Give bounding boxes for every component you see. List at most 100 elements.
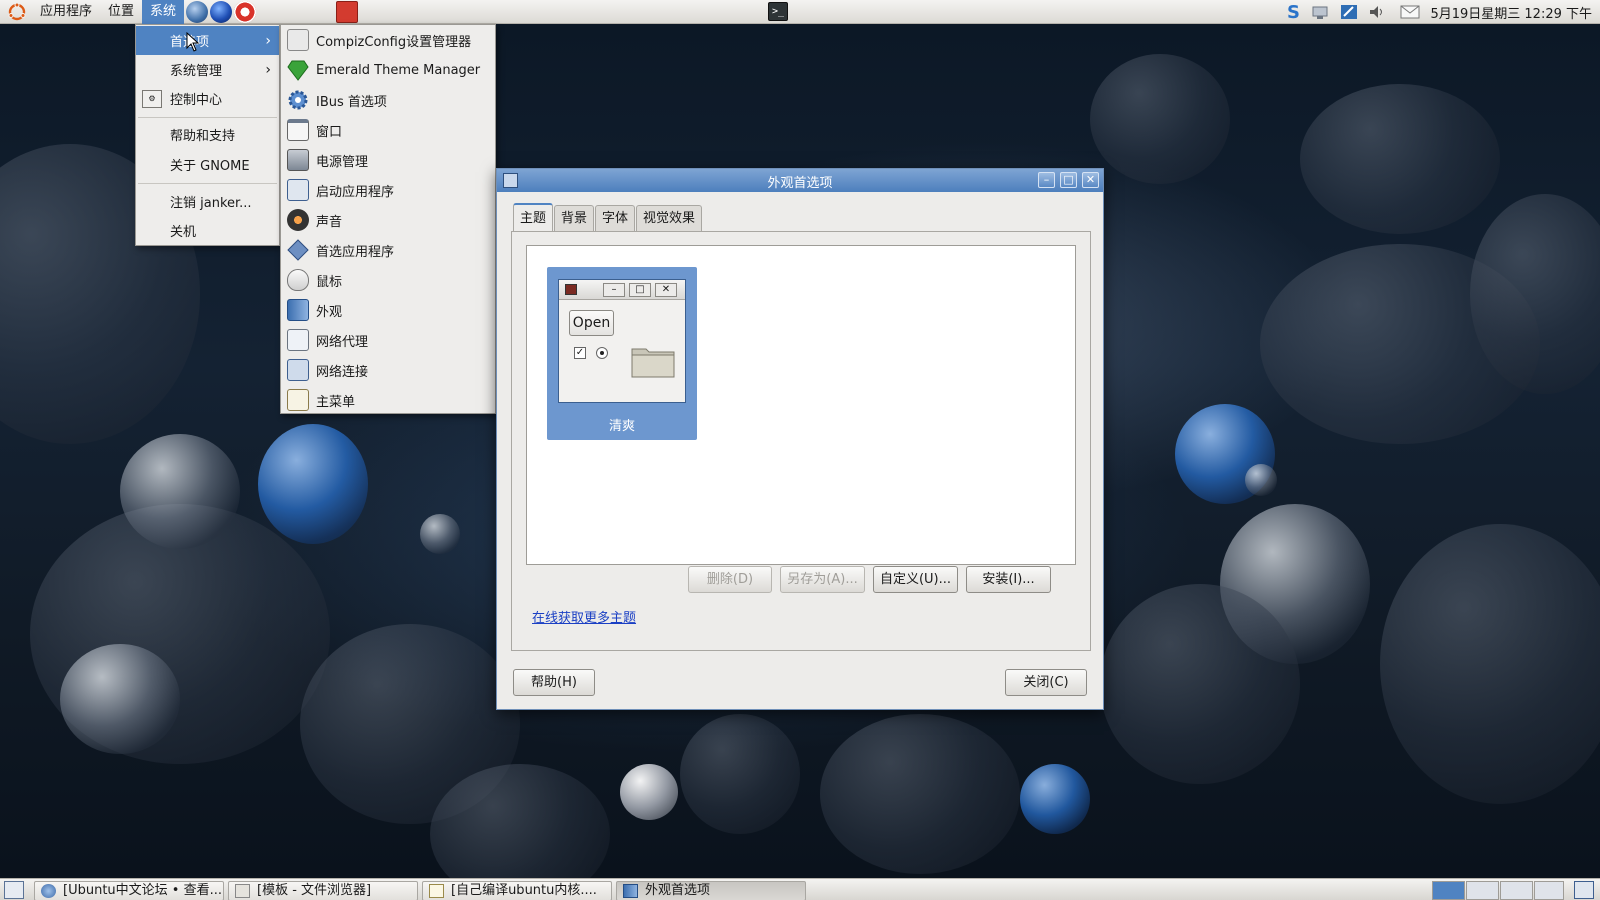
menu-item-label: 关于 GNOME: [170, 159, 250, 174]
submenu-item-network-connection[interactable]: 网络连接: [281, 355, 495, 385]
submenu-item-windows[interactable]: 窗口: [281, 115, 495, 145]
submenu-item-startup[interactable]: 启动应用程序: [281, 175, 495, 205]
startup-apps-icon: [287, 179, 309, 201]
sound-icon: [287, 209, 309, 231]
emerald-icon: [287, 60, 309, 81]
close-button[interactable]: 关闭(C): [1005, 669, 1087, 696]
appearance-icon: [287, 299, 309, 321]
taskbar-item[interactable]: [自己编译ubuntu内核....: [422, 881, 612, 900]
theme-item-selected[interactable]: – □ ✕ Open ✓ 清爽: [547, 267, 697, 440]
taskbar-item-label: 外观首选项: [645, 883, 711, 898]
submenu-item-label: 鼠标: [316, 274, 343, 290]
top-panel: 应用程序 位置 系统 >_ S 5月19日星期三 12:29 下午: [0, 0, 1600, 24]
applications-menu[interactable]: 应用程序: [32, 0, 100, 24]
workspace-2[interactable]: [1466, 881, 1499, 900]
submenu-item-appearance[interactable]: 外观: [281, 295, 495, 325]
help-button[interactable]: 帮助(H): [513, 669, 595, 696]
menu-item-shutdown[interactable]: 关机: [136, 216, 279, 245]
submenu-item-ibus[interactable]: IBus 首选项: [281, 85, 495, 115]
tab-theme[interactable]: 主题: [513, 203, 554, 231]
maximize-button[interactable]: □: [1060, 172, 1077, 188]
bottom-panel: [Ubuntu中文论坛 • 查看... [模板 - 文件浏览器] [自己编译ub…: [0, 878, 1600, 900]
submenu-item-preferred-apps[interactable]: 首选应用程序: [281, 235, 495, 265]
submenu-item-network-proxy[interactable]: 网络代理: [281, 325, 495, 355]
submenu-item-label: 窗口: [316, 124, 343, 140]
ubuntu-browser-icon[interactable]: [186, 0, 209, 23]
tab-visual-effects[interactable]: 视觉效果: [636, 205, 703, 231]
trash-icon[interactable]: [1574, 881, 1594, 899]
submenu-item-main-menu[interactable]: 主菜单: [281, 385, 495, 415]
workspace-1[interactable]: [1432, 881, 1465, 900]
system-menu[interactable]: 系统: [142, 0, 185, 24]
close-window-button[interactable]: ✕: [1082, 172, 1099, 188]
taskbar-item[interactable]: [模板 - 文件浏览器]: [228, 881, 418, 900]
wallpaper-bubble: [258, 424, 368, 544]
submenu-item-label: CompizConfig设置管理器: [316, 34, 472, 50]
tab-background[interactable]: 背景: [554, 205, 595, 231]
firefox-icon[interactable]: [210, 0, 233, 23]
submenu-item-sound[interactable]: 声音: [281, 205, 495, 235]
menu-item-administration[interactable]: 系统管理 ›: [136, 55, 279, 84]
dictionary-icon[interactable]: [336, 0, 359, 23]
wallpaper-bubble: [1380, 524, 1600, 804]
fcitx-icon[interactable]: S: [1282, 2, 1304, 23]
wallpaper-bubble: [1245, 464, 1277, 496]
submenu-item-emerald[interactable]: Emerald Theme Manager: [281, 55, 495, 85]
minimize-button[interactable]: –: [1038, 172, 1055, 188]
theme-list[interactable]: – □ ✕ Open ✓ 清爽: [526, 245, 1076, 565]
mail-icon[interactable]: [1399, 2, 1421, 22]
install-button[interactable]: 安装(I)...: [966, 566, 1051, 593]
window-icon: [287, 119, 309, 141]
theme-tab-panel: – □ ✕ Open ✓ 清爽 删除(D) 另存为(A)... 自定义(U)..…: [511, 231, 1091, 651]
help-icon[interactable]: [234, 0, 257, 23]
main-menu-icon: [287, 389, 309, 411]
submenu-item-mouse[interactable]: 鼠标: [281, 265, 495, 295]
menu-item-help[interactable]: 帮助和支持: [136, 120, 279, 149]
wallpaper-bubble: [1090, 54, 1230, 184]
ibus-gear-icon: [288, 90, 308, 110]
submenu-item-compizconfig[interactable]: CompizConfig设置管理器: [281, 25, 495, 55]
menu-item-label: 控制中心: [170, 93, 223, 108]
update-notifier-icon[interactable]: [1338, 2, 1360, 22]
delete-button[interactable]: 删除(D): [688, 566, 772, 593]
taskbar-item[interactable]: [Ubuntu中文论坛 • 查看...: [34, 881, 224, 900]
workspace-3[interactable]: [1500, 881, 1533, 900]
places-menu[interactable]: 位置: [100, 0, 142, 24]
terminal-icon[interactable]: >_: [768, 2, 788, 21]
menu-item-control-center[interactable]: ⚙ 控制中心: [136, 84, 279, 113]
power-icon: [287, 149, 309, 171]
menu-item-logout[interactable]: 注销 janker...: [136, 187, 279, 216]
dialog-tabs: 主题 背景 字体 视觉效果: [513, 203, 703, 231]
save-as-button[interactable]: 另存为(A)...: [780, 566, 865, 593]
ubuntu-logo-icon[interactable]: [6, 1, 28, 23]
menu-item-preferences[interactable]: 首选项 ›: [136, 26, 279, 55]
menu-item-about-gnome[interactable]: 关于 GNOME: [136, 150, 279, 179]
taskbar-item-active[interactable]: 外观首选项: [616, 881, 806, 900]
panel-tray: S 5月19日星期三 12:29 下午: [1279, 0, 1600, 24]
clock[interactable]: 5月19日星期三 12:29 下午: [1424, 3, 1600, 22]
submenu-item-label: 启动应用程序: [316, 184, 395, 200]
show-desktop-icon[interactable]: [4, 881, 24, 899]
control-center-icon: ⚙: [142, 89, 162, 108]
dialog-titlebar[interactable]: 外观首选项 – □ ✕: [497, 169, 1103, 192]
workspace-4[interactable]: [1534, 881, 1564, 900]
get-more-themes-link[interactable]: 在线获取更多主题: [532, 607, 636, 626]
appearance-preferences-dialog: 外观首选项 – □ ✕ 主题 背景 字体 视觉效果 – □ ✕ Open ✓ 清…: [496, 168, 1104, 710]
menu-separator: [138, 117, 277, 118]
customize-button[interactable]: 自定义(U)...: [873, 566, 958, 593]
network-icon[interactable]: [1310, 2, 1332, 22]
appearance-icon: [623, 884, 638, 898]
wallpaper-bubble: [1300, 84, 1500, 234]
text-editor-icon: [429, 884, 444, 898]
taskbar-item-label: [Ubuntu中文论坛 • 查看...: [63, 883, 222, 898]
submenu-item-power[interactable]: 电源管理: [281, 145, 495, 175]
volume-icon[interactable]: [1366, 2, 1388, 22]
network-connection-icon: [287, 359, 309, 381]
preview-folder-icon: [631, 348, 675, 378]
submenu-item-label: IBus 首选项: [316, 94, 387, 110]
network-proxy-icon: [287, 329, 309, 351]
chevron-right-icon: ›: [265, 61, 271, 78]
submenu-item-label: 电源管理: [316, 154, 369, 170]
wallpaper-bubble: [1100, 584, 1300, 784]
tab-fonts[interactable]: 字体: [595, 205, 636, 231]
